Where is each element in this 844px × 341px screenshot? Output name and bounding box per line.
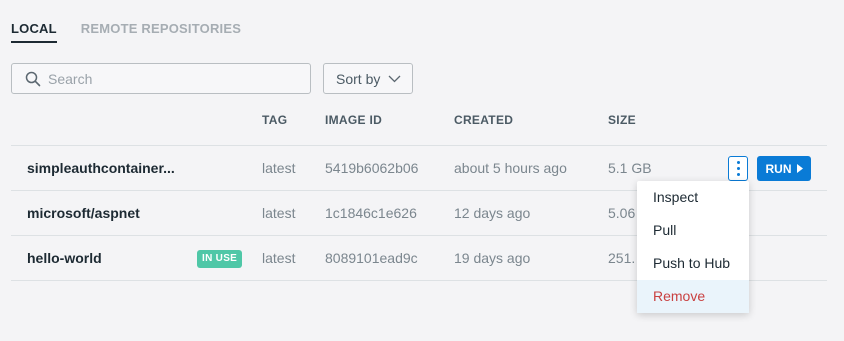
chevron-down-icon	[388, 75, 401, 82]
sort-label: Sort by	[336, 70, 381, 87]
sort-dropdown[interactable]: Sort by	[323, 63, 413, 94]
tab-bar: LOCAL REMOTE REPOSITORIES	[11, 21, 241, 43]
column-header-created: CREATED	[454, 113, 514, 127]
tab-remote-repositories[interactable]: REMOTE REPOSITORIES	[81, 21, 241, 43]
image-tag: latest	[262, 160, 296, 176]
image-tag: latest	[262, 205, 296, 221]
image-size: 5.06	[608, 205, 636, 221]
search-input[interactable]	[48, 64, 298, 93]
tab-local[interactable]: LOCAL	[11, 21, 57, 43]
menu-item-remove[interactable]: Remove	[637, 280, 749, 313]
column-header-image-id: IMAGE ID	[325, 113, 383, 127]
image-name: simpleauthcontainer...	[27, 160, 175, 176]
run-label: RUN	[765, 161, 792, 176]
menu-item-push-to-hub[interactable]: Push to Hub	[637, 247, 749, 280]
search-icon	[25, 71, 41, 87]
run-button[interactable]: RUN	[757, 156, 811, 181]
image-created: 19 days ago	[454, 250, 531, 266]
kebab-dot	[736, 167, 740, 170]
image-size: 5.1 GB	[608, 160, 652, 176]
table-header: TAG IMAGE ID CREATED SIZE	[11, 104, 827, 146]
image-id: 8089101ead9c	[325, 250, 418, 266]
image-id: 5419b6062b06	[325, 160, 419, 176]
column-header-tag: TAG	[262, 113, 288, 127]
search-box[interactable]	[11, 63, 311, 94]
in-use-badge: IN USE	[197, 250, 243, 268]
menu-item-inspect[interactable]: Inspect	[637, 181, 749, 214]
more-options-button[interactable]	[728, 156, 748, 181]
image-name: hello-world	[27, 250, 102, 266]
play-icon	[796, 164, 803, 173]
image-created: about 5 hours ago	[454, 160, 567, 176]
kebab-dot	[736, 173, 740, 176]
image-created: 12 days ago	[454, 205, 531, 221]
menu-item-pull[interactable]: Pull	[637, 214, 749, 247]
image-tag: latest	[262, 250, 296, 266]
context-menu: Inspect Pull Push to Hub Remove	[637, 181, 749, 313]
image-id: 1c1846c1e626	[325, 205, 417, 221]
kebab-dot	[736, 161, 740, 164]
image-size: 251.	[608, 250, 636, 266]
column-header-size: SIZE	[608, 113, 636, 127]
image-name: microsoft/aspnet	[27, 205, 140, 221]
